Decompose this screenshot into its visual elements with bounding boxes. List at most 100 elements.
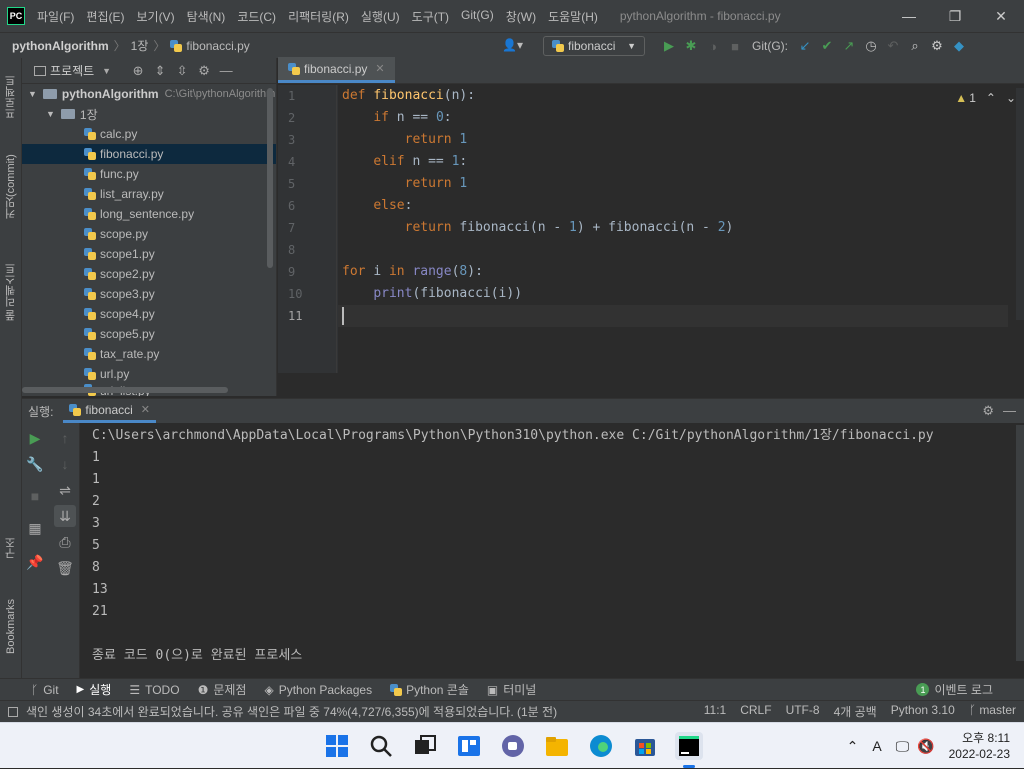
git-history-icon[interactable]: ◷ xyxy=(860,38,882,54)
git-commit-icon[interactable]: ✔ xyxy=(816,38,838,54)
structure-tool-tab[interactable]: 구조 xyxy=(0,524,22,572)
code-line[interactable]: return 1 xyxy=(342,173,1002,195)
code-line[interactable]: def fibonacci(n): xyxy=(342,85,1002,107)
menu-file[interactable]: 파일(F) xyxy=(31,8,80,25)
git-rollback-icon[interactable]: ↶ xyxy=(882,38,904,54)
stop-icon[interactable]: ■ xyxy=(24,485,46,507)
code-line[interactable]: for i in range(8): xyxy=(342,261,1002,283)
tool-tab-python-packages[interactable]: ◈ Python Packages xyxy=(255,683,381,697)
commit-tool-tab[interactable]: 커밋(commit) xyxy=(0,144,22,230)
tool-tab-run[interactable]: ▶ 실행 xyxy=(68,681,121,698)
jetbrains-icon[interactable]: ◆ xyxy=(948,38,970,54)
chevron-up-icon[interactable]: ⌃ xyxy=(847,738,859,755)
code-line[interactable]: elif n == 1: xyxy=(342,151,1002,173)
menu-edit[interactable]: 편집(E) xyxy=(80,8,130,25)
user-icon[interactable]: 👤▾ xyxy=(502,38,523,52)
tree-root[interactable]: ▼ pythonAlgorithm C:\Git\pythonAlgorithm xyxy=(22,84,276,104)
tree-file[interactable]: url.py xyxy=(22,364,276,384)
search-icon[interactable] xyxy=(367,732,395,760)
network-icon[interactable]: 🖵 xyxy=(896,738,910,755)
trash-icon[interactable]: 🗑 xyxy=(54,557,76,579)
start-icon[interactable] xyxy=(323,732,351,760)
debug-icon[interactable]: ✱ xyxy=(680,38,702,54)
line-number[interactable]: 9 xyxy=(278,261,338,283)
code-line[interactable]: if n == 0: xyxy=(342,107,1002,129)
line-number[interactable]: 1 xyxy=(278,85,338,107)
chat-icon[interactable] xyxy=(499,732,527,760)
code-line[interactable] xyxy=(342,239,1002,261)
tool-tab-python-console[interactable]: Python 콘솔 xyxy=(381,681,478,698)
code-line[interactable]: else: xyxy=(342,195,1002,217)
inspection-widget[interactable]: ▲ 1 ⌃ ⌄ xyxy=(955,91,1016,105)
caret-position[interactable]: 11:1 xyxy=(704,703,726,720)
line-number[interactable]: 6 xyxy=(278,195,338,217)
file-explorer-icon[interactable] xyxy=(543,732,571,760)
tree-file[interactable]: scope1.py xyxy=(22,244,276,264)
widgets-icon[interactable] xyxy=(455,732,483,760)
tool-tab-todo[interactable]: ☰ TODO xyxy=(120,683,188,697)
tree-horizontal-scrollbar[interactable] xyxy=(22,387,228,393)
indent-setting[interactable]: 4개 공백 xyxy=(834,703,877,720)
wrench-icon[interactable]: 🔧 xyxy=(24,453,46,475)
tree-file[interactable]: calc.py xyxy=(22,124,276,144)
editor-tab-fibonacci[interactable]: fibonacci.py ✕ xyxy=(278,57,395,83)
volume-icon[interactable]: 🔇 xyxy=(917,738,934,755)
minimize-button[interactable]: — xyxy=(886,0,932,32)
git-update-icon[interactable]: ↙ xyxy=(794,38,816,54)
tree-file[interactable]: scope5.py xyxy=(22,324,276,344)
tree-file[interactable]: long_sentence.py xyxy=(22,204,276,224)
pycharm-taskbar-icon[interactable] xyxy=(675,732,703,760)
editor-scrollbar[interactable] xyxy=(1016,88,1024,320)
store-icon[interactable] xyxy=(631,732,659,760)
code-line[interactable]: return 1 xyxy=(342,129,1002,151)
close-tab-icon[interactable]: ✕ xyxy=(141,403,150,416)
pin-icon[interactable]: 📌 xyxy=(24,551,46,573)
hide-icon[interactable]: — xyxy=(215,63,237,78)
coverage-icon[interactable]: ◑ xyxy=(702,39,724,54)
menu-code[interactable]: 코드(C) xyxy=(231,8,282,25)
tool-tab-git[interactable]: ᚴ Git xyxy=(22,683,68,697)
hide-icon[interactable]: — xyxy=(1003,403,1016,418)
line-separator[interactable]: CRLF xyxy=(740,703,771,720)
breadcrumb-folder[interactable]: 1장 xyxy=(131,37,149,54)
tree-file[interactable]: scope2.py xyxy=(22,264,276,284)
locate-icon[interactable]: ⊕ xyxy=(127,63,149,79)
line-number[interactable]: 5 xyxy=(278,173,338,195)
run-tab-fibonacci[interactable]: fibonacci ✕ xyxy=(63,399,157,423)
pull-requests-tool-tab[interactable]: 풀 리퀘스트 xyxy=(0,250,22,334)
task-view-icon[interactable] xyxy=(411,732,439,760)
scroll-up-icon[interactable]: ↑ xyxy=(54,427,76,449)
tree-file[interactable]: scope3.py xyxy=(22,284,276,304)
line-number[interactable]: 11 xyxy=(278,305,338,327)
rerun-icon[interactable]: ▶ xyxy=(24,427,46,449)
scroll-to-end-icon[interactable]: ⇊ xyxy=(54,505,76,527)
tree-folder[interactable]: ▼ 1장 xyxy=(22,104,276,124)
line-number[interactable]: 3 xyxy=(278,129,338,151)
search-icon[interactable]: ⌕ xyxy=(904,38,926,54)
menu-navigate[interactable]: 탐색(N) xyxy=(181,8,232,25)
run-config-select[interactable]: fibonacci ▼ xyxy=(543,36,645,56)
expand-all-icon[interactable]: ⇕ xyxy=(149,63,171,79)
menu-run[interactable]: 실행(U) xyxy=(355,8,406,25)
tree-file[interactable]: scope.py xyxy=(22,224,276,244)
line-number[interactable]: 2 xyxy=(278,107,338,129)
menu-view[interactable]: 보기(V) xyxy=(130,8,180,25)
restore-button[interactable]: ❐ xyxy=(932,0,978,32)
print-icon[interactable]: ⎙ xyxy=(54,531,76,553)
stop-icon[interactable]: ■ xyxy=(724,39,746,54)
run-icon[interactable]: ▶ xyxy=(658,38,680,54)
python-interpreter[interactable]: Python 3.10 xyxy=(891,703,955,720)
menu-git[interactable]: Git(G) xyxy=(455,8,500,25)
code-line[interactable]: return fibonacci(n - 1) + fibonacci(n - … xyxy=(342,217,1002,239)
pycharm-logo-icon[interactable]: PC xyxy=(7,7,25,25)
menu-tools[interactable]: 도구(T) xyxy=(406,8,455,25)
ime-indicator[interactable]: A xyxy=(872,738,881,754)
collapse-all-icon[interactable]: ⇳ xyxy=(171,63,193,79)
code-line[interactable]: print(fibonacci(i)) xyxy=(342,283,1002,305)
tree-file[interactable]: tax_rate.py xyxy=(22,344,276,364)
scroll-down-icon[interactable]: ↓ xyxy=(54,453,76,475)
menu-window[interactable]: 창(W) xyxy=(500,8,542,25)
gear-icon[interactable]: ⚙ xyxy=(193,63,215,79)
git-push-icon[interactable]: ↗ xyxy=(838,38,860,54)
settings-icon[interactable]: ⚙ xyxy=(926,38,948,54)
